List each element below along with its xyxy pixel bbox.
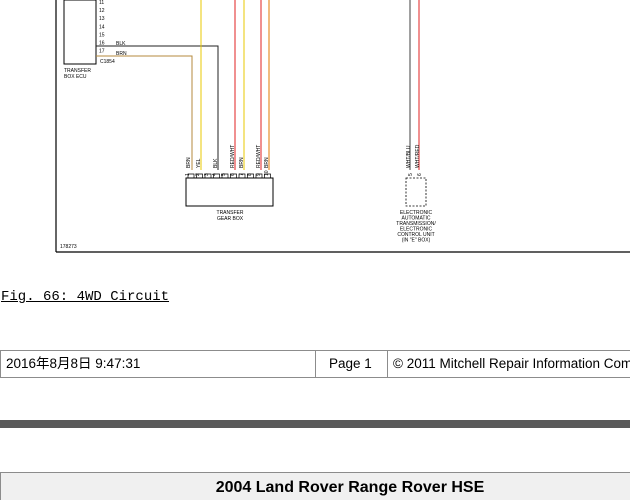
- wire-color-label: BRN: [239, 157, 245, 168]
- wire-brn: [96, 55, 193, 170]
- module-label: BOX ECU: [64, 74, 87, 80]
- pin-label: 12: [99, 8, 105, 14]
- wire-color-label: BRN: [264, 157, 270, 168]
- pin-label: 13: [99, 16, 105, 22]
- transfer-box-ecu: [63, 0, 97, 65]
- wire-color-label: BRN: [186, 157, 192, 168]
- pin-label: 15: [99, 32, 105, 38]
- pin-label: 8: [247, 173, 253, 176]
- module-label: (IN "E" BOX): [402, 238, 431, 244]
- figure-id: 178273: [60, 244, 77, 250]
- page-number: Page 1: [315, 351, 387, 377]
- connector-label: C1854: [100, 59, 115, 65]
- wire-color-label: BLK: [213, 158, 219, 168]
- pin-label: 6: [230, 173, 236, 176]
- print-footer: 2016年8月8日 9:47:31 Page 1 © 2011 Mitchell…: [0, 350, 630, 378]
- pin-label: 17: [99, 49, 105, 55]
- pin-label: 9: [256, 173, 262, 176]
- pin-label: 4: [212, 173, 218, 176]
- electronic-control-unit: [405, 177, 427, 207]
- pin-label: 11: [99, 0, 104, 6]
- module-label: GEAR BOX: [217, 216, 244, 222]
- print-date: 2016年8月8日 9:47:31: [0, 351, 315, 377]
- pin-label: 6: [417, 173, 423, 176]
- pin-label: 5: [408, 173, 414, 176]
- pin-label: 10: [264, 170, 270, 176]
- pin-label: 7: [239, 173, 245, 176]
- wire-color-label: RED/WHT: [230, 145, 236, 168]
- wire-color-label: WHT/RED: [415, 144, 421, 168]
- pin-label: 14: [99, 24, 105, 30]
- pin-label: 2: [195, 173, 201, 176]
- wire-color-label: RED/WHT: [256, 145, 262, 168]
- wiring-diagram: 11121314151617 C1854 TRANSFERBOX ECU BLK…: [55, 0, 630, 253]
- vehicle-title-bar: 2004 Land Rover Range Rover HSE: [0, 472, 630, 500]
- wire-color-label: WHT/BLU: [406, 145, 412, 168]
- vehicle-title: 2004 Land Rover Range Rover HSE: [215, 479, 485, 496]
- transfer-gear-box: [185, 177, 274, 207]
- wire-label: BLK: [116, 41, 126, 47]
- section-divider: [0, 420, 630, 428]
- copyright: © 2011 Mitchell Repair Information Compa…: [387, 351, 630, 377]
- wire-label: BRN: [116, 51, 127, 57]
- figure-caption: Fig. 66: 4WD Circuit: [1, 289, 170, 305]
- wire-color-label: YEL: [196, 158, 202, 168]
